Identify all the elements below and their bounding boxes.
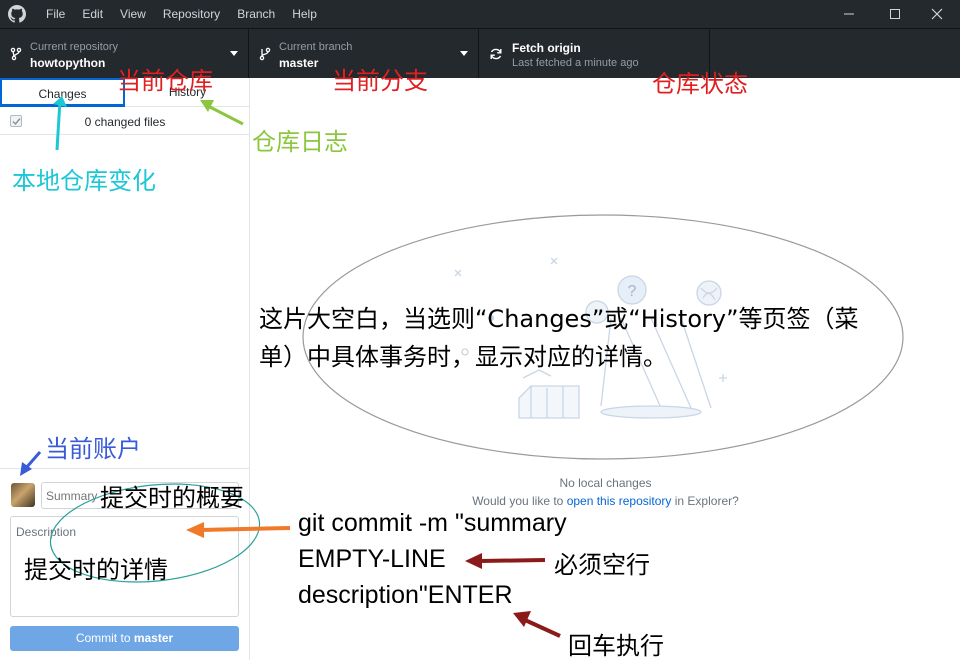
close-button[interactable] xyxy=(914,0,960,28)
current-repository-name: howtopython xyxy=(30,56,106,70)
title-bar: File Edit View Repository Branch Help xyxy=(0,0,960,28)
menu-file[interactable]: File xyxy=(46,0,65,28)
menu-repository[interactable]: Repository xyxy=(163,0,220,28)
repo-icon xyxy=(10,47,22,61)
commit-button-prefix: Commit to xyxy=(75,631,134,645)
current-branch-caption: Current branch xyxy=(279,41,353,53)
menu-edit[interactable]: Edit xyxy=(82,0,103,28)
minimize-icon xyxy=(844,13,854,15)
no-local-changes-text: No local changes xyxy=(559,476,652,490)
annotation-enter-execute: 回车执行 xyxy=(568,632,664,660)
annotation-commit-summary: 提交时的概要 xyxy=(100,484,244,512)
annotation-git-command-line2: EMPTY-LINE xyxy=(298,545,446,573)
annotation-repository-status: 仓库状态 xyxy=(652,70,748,98)
open-repository-link[interactable]: open this repository xyxy=(567,494,672,508)
current-repository-caption: Current repository xyxy=(30,41,119,53)
annotation-current-repository: 当前仓库 xyxy=(117,67,213,95)
chevron-down-icon xyxy=(460,51,468,56)
commit-button[interactable]: Commit to master xyxy=(10,626,239,651)
fetch-origin-label: Fetch origin xyxy=(512,41,581,55)
annotation-must-empty-line: 必须空行 xyxy=(554,551,650,579)
menu-bar: File Edit View Repository Branch Help xyxy=(46,0,334,28)
current-branch-name: master xyxy=(279,56,319,70)
minimize-button[interactable] xyxy=(826,0,872,28)
last-fetched-status: Last fetched a minute ago xyxy=(512,57,639,69)
close-icon xyxy=(931,8,943,20)
chevron-down-icon xyxy=(230,51,238,56)
annotation-local-changes: 本地仓库变化 xyxy=(12,167,156,195)
annotation-git-command-line3: description"ENTER xyxy=(298,581,513,609)
annotation-commit-detail: 提交时的详情 xyxy=(24,556,168,584)
commit-button-branch: master xyxy=(133,631,174,645)
svg-text:?: ? xyxy=(628,283,637,300)
sync-icon xyxy=(490,48,502,60)
annotation-current-account: 当前账户 xyxy=(45,435,141,463)
annotation-current-branch: 当前分支 xyxy=(332,67,428,95)
open-repository-prompt-before: Would you like to xyxy=(472,494,567,508)
branch-icon xyxy=(259,47,271,61)
github-logo-icon[interactable] xyxy=(8,5,26,23)
open-repository-prompt: Would you like to open this repository i… xyxy=(251,494,960,508)
changed-files-count: 0 changed files xyxy=(84,115,166,129)
open-repository-prompt-after: in Explorer? xyxy=(671,494,739,508)
avatar[interactable] xyxy=(11,483,35,507)
menu-branch[interactable]: Branch xyxy=(237,0,275,28)
changed-files-header: 0 changed files xyxy=(0,107,250,135)
annotation-repository-log: 仓库日志 xyxy=(252,128,348,156)
maximize-icon xyxy=(890,9,900,19)
annotation-blank-area-line2: 单）中具体事务时，显示对应的详情。 xyxy=(259,343,667,371)
maximize-button[interactable] xyxy=(872,0,918,28)
annotation-git-command-line1: git commit -m "summary xyxy=(298,509,567,537)
description-placeholder: Description xyxy=(16,525,77,539)
annotation-blank-area-line1: 这片大空白，当选则“Changes”或“History”等页签（菜 xyxy=(259,305,859,333)
menu-help[interactable]: Help xyxy=(292,0,317,28)
tab-changes[interactable]: Changes xyxy=(0,78,125,107)
menu-view[interactable]: View xyxy=(120,0,146,28)
